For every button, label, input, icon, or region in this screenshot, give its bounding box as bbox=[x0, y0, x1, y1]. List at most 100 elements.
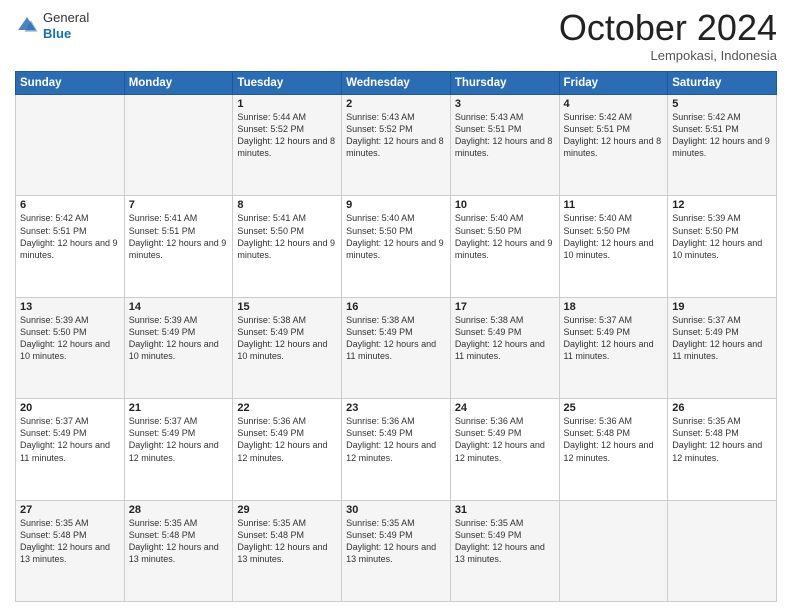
calendar-body: 1Sunrise: 5:44 AM Sunset: 5:52 PM Daylig… bbox=[16, 95, 777, 602]
calendar-cell: 21Sunrise: 5:37 AM Sunset: 5:49 PM Dayli… bbox=[124, 399, 233, 500]
calendar-cell: 9Sunrise: 5:40 AM Sunset: 5:50 PM Daylig… bbox=[342, 196, 451, 297]
calendar-cell: 22Sunrise: 5:36 AM Sunset: 5:49 PM Dayli… bbox=[233, 399, 342, 500]
day-number: 17 bbox=[455, 301, 555, 313]
calendar-cell: 1Sunrise: 5:44 AM Sunset: 5:52 PM Daylig… bbox=[233, 95, 342, 196]
day-info: Sunrise: 5:35 AM Sunset: 5:48 PM Dayligh… bbox=[129, 517, 229, 566]
day-number: 10 bbox=[455, 199, 555, 211]
day-number: 2 bbox=[346, 98, 446, 110]
day-header-friday: Friday bbox=[559, 72, 668, 95]
calendar-cell: 30Sunrise: 5:35 AM Sunset: 5:49 PM Dayli… bbox=[342, 500, 451, 601]
day-number: 5 bbox=[672, 98, 772, 110]
day-info: Sunrise: 5:36 AM Sunset: 5:49 PM Dayligh… bbox=[346, 415, 446, 464]
day-info: Sunrise: 5:40 AM Sunset: 5:50 PM Dayligh… bbox=[455, 212, 555, 261]
day-info: Sunrise: 5:43 AM Sunset: 5:52 PM Dayligh… bbox=[346, 111, 446, 160]
logo-icon bbox=[15, 14, 39, 38]
page: General Blue October 2024 Lempokasi, Ind… bbox=[0, 0, 792, 612]
day-number: 23 bbox=[346, 402, 446, 414]
day-info: Sunrise: 5:36 AM Sunset: 5:49 PM Dayligh… bbox=[455, 415, 555, 464]
calendar-cell: 26Sunrise: 5:35 AM Sunset: 5:48 PM Dayli… bbox=[668, 399, 777, 500]
logo: General Blue bbox=[15, 10, 89, 41]
calendar-cell: 18Sunrise: 5:37 AM Sunset: 5:49 PM Dayli… bbox=[559, 297, 668, 398]
days-header-row: SundayMondayTuesdayWednesdayThursdayFrid… bbox=[16, 72, 777, 95]
day-info: Sunrise: 5:35 AM Sunset: 5:48 PM Dayligh… bbox=[672, 415, 772, 464]
header: General Blue October 2024 Lempokasi, Ind… bbox=[15, 10, 777, 63]
day-info: Sunrise: 5:39 AM Sunset: 5:50 PM Dayligh… bbox=[20, 314, 120, 363]
calendar-cell: 24Sunrise: 5:36 AM Sunset: 5:49 PM Dayli… bbox=[450, 399, 559, 500]
day-header-thursday: Thursday bbox=[450, 72, 559, 95]
calendar-cell: 14Sunrise: 5:39 AM Sunset: 5:49 PM Dayli… bbox=[124, 297, 233, 398]
day-number: 9 bbox=[346, 199, 446, 211]
day-number: 31 bbox=[455, 504, 555, 516]
day-info: Sunrise: 5:35 AM Sunset: 5:48 PM Dayligh… bbox=[237, 517, 337, 566]
day-number: 13 bbox=[20, 301, 120, 313]
calendar-cell bbox=[124, 95, 233, 196]
day-info: Sunrise: 5:38 AM Sunset: 5:49 PM Dayligh… bbox=[237, 314, 337, 363]
day-number: 20 bbox=[20, 402, 120, 414]
calendar-cell: 25Sunrise: 5:36 AM Sunset: 5:48 PM Dayli… bbox=[559, 399, 668, 500]
calendar-cell: 7Sunrise: 5:41 AM Sunset: 5:51 PM Daylig… bbox=[124, 196, 233, 297]
calendar-cell: 29Sunrise: 5:35 AM Sunset: 5:48 PM Dayli… bbox=[233, 500, 342, 601]
day-number: 22 bbox=[237, 402, 337, 414]
calendar-cell: 31Sunrise: 5:35 AM Sunset: 5:49 PM Dayli… bbox=[450, 500, 559, 601]
day-number: 19 bbox=[672, 301, 772, 313]
day-header-wednesday: Wednesday bbox=[342, 72, 451, 95]
day-info: Sunrise: 5:41 AM Sunset: 5:51 PM Dayligh… bbox=[129, 212, 229, 261]
calendar: SundayMondayTuesdayWednesdayThursdayFrid… bbox=[15, 71, 777, 602]
day-number: 29 bbox=[237, 504, 337, 516]
day-info: Sunrise: 5:42 AM Sunset: 5:51 PM Dayligh… bbox=[672, 111, 772, 160]
day-number: 30 bbox=[346, 504, 446, 516]
calendar-header: SundayMondayTuesdayWednesdayThursdayFrid… bbox=[16, 72, 777, 95]
day-number: 25 bbox=[564, 402, 664, 414]
calendar-cell: 20Sunrise: 5:37 AM Sunset: 5:49 PM Dayli… bbox=[16, 399, 125, 500]
title-block: October 2024 Lempokasi, Indonesia bbox=[559, 10, 777, 63]
day-number: 26 bbox=[672, 402, 772, 414]
day-number: 11 bbox=[564, 199, 664, 211]
day-info: Sunrise: 5:43 AM Sunset: 5:51 PM Dayligh… bbox=[455, 111, 555, 160]
day-info: Sunrise: 5:37 AM Sunset: 5:49 PM Dayligh… bbox=[129, 415, 229, 464]
week-row-5: 27Sunrise: 5:35 AM Sunset: 5:48 PM Dayli… bbox=[16, 500, 777, 601]
calendar-cell: 10Sunrise: 5:40 AM Sunset: 5:50 PM Dayli… bbox=[450, 196, 559, 297]
calendar-cell bbox=[16, 95, 125, 196]
day-number: 3 bbox=[455, 98, 555, 110]
logo-text: General Blue bbox=[43, 10, 89, 41]
day-info: Sunrise: 5:36 AM Sunset: 5:49 PM Dayligh… bbox=[237, 415, 337, 464]
calendar-cell: 6Sunrise: 5:42 AM Sunset: 5:51 PM Daylig… bbox=[16, 196, 125, 297]
day-number: 18 bbox=[564, 301, 664, 313]
calendar-cell bbox=[559, 500, 668, 601]
day-number: 16 bbox=[346, 301, 446, 313]
day-header-monday: Monday bbox=[124, 72, 233, 95]
month-title: October 2024 bbox=[559, 10, 777, 46]
day-number: 15 bbox=[237, 301, 337, 313]
day-header-saturday: Saturday bbox=[668, 72, 777, 95]
calendar-cell bbox=[668, 500, 777, 601]
calendar-cell: 27Sunrise: 5:35 AM Sunset: 5:48 PM Dayli… bbox=[16, 500, 125, 601]
day-number: 6 bbox=[20, 199, 120, 211]
calendar-cell: 16Sunrise: 5:38 AM Sunset: 5:49 PM Dayli… bbox=[342, 297, 451, 398]
calendar-cell: 2Sunrise: 5:43 AM Sunset: 5:52 PM Daylig… bbox=[342, 95, 451, 196]
day-number: 28 bbox=[129, 504, 229, 516]
day-info: Sunrise: 5:35 AM Sunset: 5:49 PM Dayligh… bbox=[455, 517, 555, 566]
week-row-4: 20 Sunrise: 5:37 AM Sunset: 5:49 PM Dayli… bbox=[16, 399, 777, 500]
day-info: Sunrise: 5:42 AM Sunset: 5:51 PM Dayligh… bbox=[20, 212, 120, 261]
day-header-sunday: Sunday bbox=[16, 72, 125, 95]
day-number: 21 bbox=[129, 402, 229, 414]
day-info: Sunrise: 5:38 AM Sunset: 5:49 PM Dayligh… bbox=[455, 314, 555, 363]
calendar-cell: 5Sunrise: 5:42 AM Sunset: 5:51 PM Daylig… bbox=[668, 95, 777, 196]
week-row-3: 13Sunrise: 5:39 AM Sunset: 5:50 PM Dayli… bbox=[16, 297, 777, 398]
day-info: Sunrise: 5:35 AM Sunset: 5:48 PM Dayligh… bbox=[20, 517, 120, 566]
day-number: 14 bbox=[129, 301, 229, 313]
day-info: Sunrise: 5:38 AM Sunset: 5:49 PM Dayligh… bbox=[346, 314, 446, 363]
day-info: Sunrise: 5:40 AM Sunset: 5:50 PM Dayligh… bbox=[346, 212, 446, 261]
day-number: 27 bbox=[20, 504, 120, 516]
calendar-cell: 8Sunrise: 5:41 AM Sunset: 5:50 PM Daylig… bbox=[233, 196, 342, 297]
day-number: 4 bbox=[564, 98, 664, 110]
day-info: Sunrise: 5:41 AM Sunset: 5:50 PM Dayligh… bbox=[237, 212, 337, 261]
logo-general-text: General bbox=[43, 10, 89, 25]
day-info: Sunrise: 5:42 AM Sunset: 5:51 PM Dayligh… bbox=[564, 111, 664, 160]
day-info: Sunrise: 5:44 AM Sunset: 5:52 PM Dayligh… bbox=[237, 111, 337, 160]
day-number: 1 bbox=[237, 98, 337, 110]
day-number: 7 bbox=[129, 199, 229, 211]
day-info: Sunrise: 5:36 AM Sunset: 5:48 PM Dayligh… bbox=[564, 415, 664, 464]
calendar-cell: 12Sunrise: 5:39 AM Sunset: 5:50 PM Dayli… bbox=[668, 196, 777, 297]
day-number: 12 bbox=[672, 199, 772, 211]
